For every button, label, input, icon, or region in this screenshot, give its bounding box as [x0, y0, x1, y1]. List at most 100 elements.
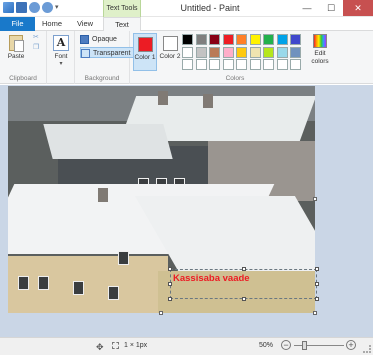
palette-swatch[interactable]: [195, 59, 207, 70]
move-cursor-icon: ✥: [96, 342, 104, 352]
canvas-resize-handle[interactable]: [313, 197, 317, 201]
palette-swatch[interactable]: [276, 46, 288, 58]
roof-mid: [43, 124, 173, 159]
resize-grip[interactable]: [363, 345, 371, 353]
palette-swatch[interactable]: [276, 34, 288, 45]
minimize-button[interactable]: —: [295, 0, 319, 16]
palette-swatch[interactable]: [290, 46, 301, 58]
context-tab-text-tools: Text Tools: [103, 0, 141, 17]
text-box[interactable]: Kassisaba vaade: [168, 267, 319, 301]
font-icon: A: [53, 35, 69, 51]
window: [108, 286, 119, 300]
palette-swatch[interactable]: [182, 59, 193, 70]
palette-swatch[interactable]: [209, 46, 220, 58]
canvas-text[interactable]: Kassisaba vaade: [173, 273, 250, 284]
palette-swatch[interactable]: [195, 46, 207, 58]
maximize-button[interactable]: ☐: [319, 0, 343, 16]
quick-access-toolbar: ▾: [3, 2, 62, 13]
zoom-in-button[interactable]: +: [346, 340, 356, 350]
transparent-label: Transparent: [93, 50, 131, 57]
color2-button[interactable]: Color 2: [158, 33, 182, 71]
palette-swatch[interactable]: [182, 34, 193, 45]
redo-icon[interactable]: [42, 2, 53, 13]
undo-icon[interactable]: [29, 2, 40, 13]
selection-size: 1 × 1px: [124, 342, 148, 349]
tab-home[interactable]: Home: [36, 17, 68, 31]
colors-group: Color 1 Color 2 Edit colors Colors: [130, 31, 340, 84]
opaque-icon: [80, 35, 89, 44]
color2-swatch: [162, 36, 178, 51]
palette-swatch[interactable]: [263, 46, 274, 58]
chimney: [98, 188, 108, 202]
palette-swatch[interactable]: [209, 34, 220, 45]
ribbon: Paste ✂ ❐ Clipboard A Font ▾ Opaque Tran…: [0, 31, 373, 84]
paint-app-icon[interactable]: [3, 2, 14, 13]
transparent-icon: [81, 49, 90, 58]
palette-swatch[interactable]: [195, 34, 207, 45]
window: [18, 276, 29, 290]
color2-label: Color 2: [159, 53, 181, 60]
resize-handle[interactable]: [242, 297, 246, 301]
palette-swatch[interactable]: [222, 34, 234, 45]
close-button[interactable]: ✕: [343, 0, 373, 16]
paste-label: Paste: [7, 53, 25, 60]
cut-icon[interactable]: ✂: [33, 34, 39, 41]
palette-swatch[interactable]: [222, 46, 234, 58]
zoom-slider-thumb[interactable]: [302, 341, 307, 350]
palette-swatch[interactable]: [290, 59, 301, 70]
tab-file[interactable]: File: [0, 17, 35, 31]
chevron-down-icon: ▾: [59, 61, 63, 67]
customize-qat-icon[interactable]: ▾: [55, 2, 62, 13]
chimney: [158, 91, 168, 105]
resize-handle[interactable]: [242, 267, 246, 271]
chimney: [203, 94, 213, 108]
palette-swatch[interactable]: [263, 59, 274, 70]
window: [38, 276, 49, 290]
palette-swatch[interactable]: [222, 59, 234, 70]
resize-handle[interactable]: [168, 267, 172, 271]
selection-size-icon: [112, 342, 119, 349]
title-bar: ▾ Text Tools Untitled - Paint — ☐ ✕: [0, 0, 373, 17]
canvas-resize-handle[interactable]: [313, 311, 317, 315]
resize-handle[interactable]: [168, 282, 172, 286]
font-button[interactable]: A Font ▾: [51, 35, 71, 67]
font-label: Font: [54, 53, 68, 60]
resize-handle[interactable]: [315, 282, 319, 286]
clipboard-group: Paste ✂ ❐ Clipboard: [0, 31, 47, 84]
zoom-out-button[interactable]: −: [281, 340, 291, 350]
color-palette: [182, 34, 302, 70]
zoom-level: 50%: [259, 342, 274, 349]
color1-swatch: [137, 37, 153, 52]
color1-button[interactable]: Color 1: [133, 33, 157, 71]
ribbon-tabs: File Home View Text: [0, 17, 373, 32]
save-icon[interactable]: [16, 2, 27, 13]
palette-swatch[interactable]: [249, 46, 261, 58]
palette-swatch[interactable]: [236, 34, 247, 45]
color-wheel-icon: [313, 34, 327, 48]
clipboard-group-label: Clipboard: [9, 75, 37, 82]
resize-handle[interactable]: [315, 267, 319, 271]
canvas-workarea[interactable]: Kassisaba vaade: [0, 85, 373, 337]
paste-button[interactable]: Paste: [4, 35, 28, 60]
tab-text[interactable]: Text: [103, 17, 141, 32]
palette-swatch[interactable]: [263, 34, 274, 45]
edit-colors-button[interactable]: Edit colors: [308, 34, 332, 66]
palette-swatch[interactable]: [249, 34, 261, 45]
window-title: Untitled - Paint: [180, 3, 240, 13]
palette-swatch[interactable]: [209, 59, 220, 70]
palette-swatch[interactable]: [182, 46, 193, 58]
canvas-resize-handle[interactable]: [159, 311, 163, 315]
copy-icon[interactable]: ❐: [33, 44, 39, 51]
palette-swatch[interactable]: [290, 34, 301, 45]
resize-handle[interactable]: [168, 297, 172, 301]
palette-swatch[interactable]: [236, 59, 247, 70]
font-group: A Font ▾: [47, 31, 75, 84]
palette-swatch[interactable]: [236, 46, 247, 58]
clipboard-icon: [9, 35, 24, 52]
tab-view[interactable]: View: [68, 17, 102, 31]
status-bar: ✥ 1 × 1px 50% − +: [0, 337, 373, 355]
resize-handle[interactable]: [315, 297, 319, 301]
edit-colors-label: Edit colors: [311, 50, 329, 65]
palette-swatch[interactable]: [249, 59, 261, 70]
palette-swatch[interactable]: [276, 59, 288, 70]
